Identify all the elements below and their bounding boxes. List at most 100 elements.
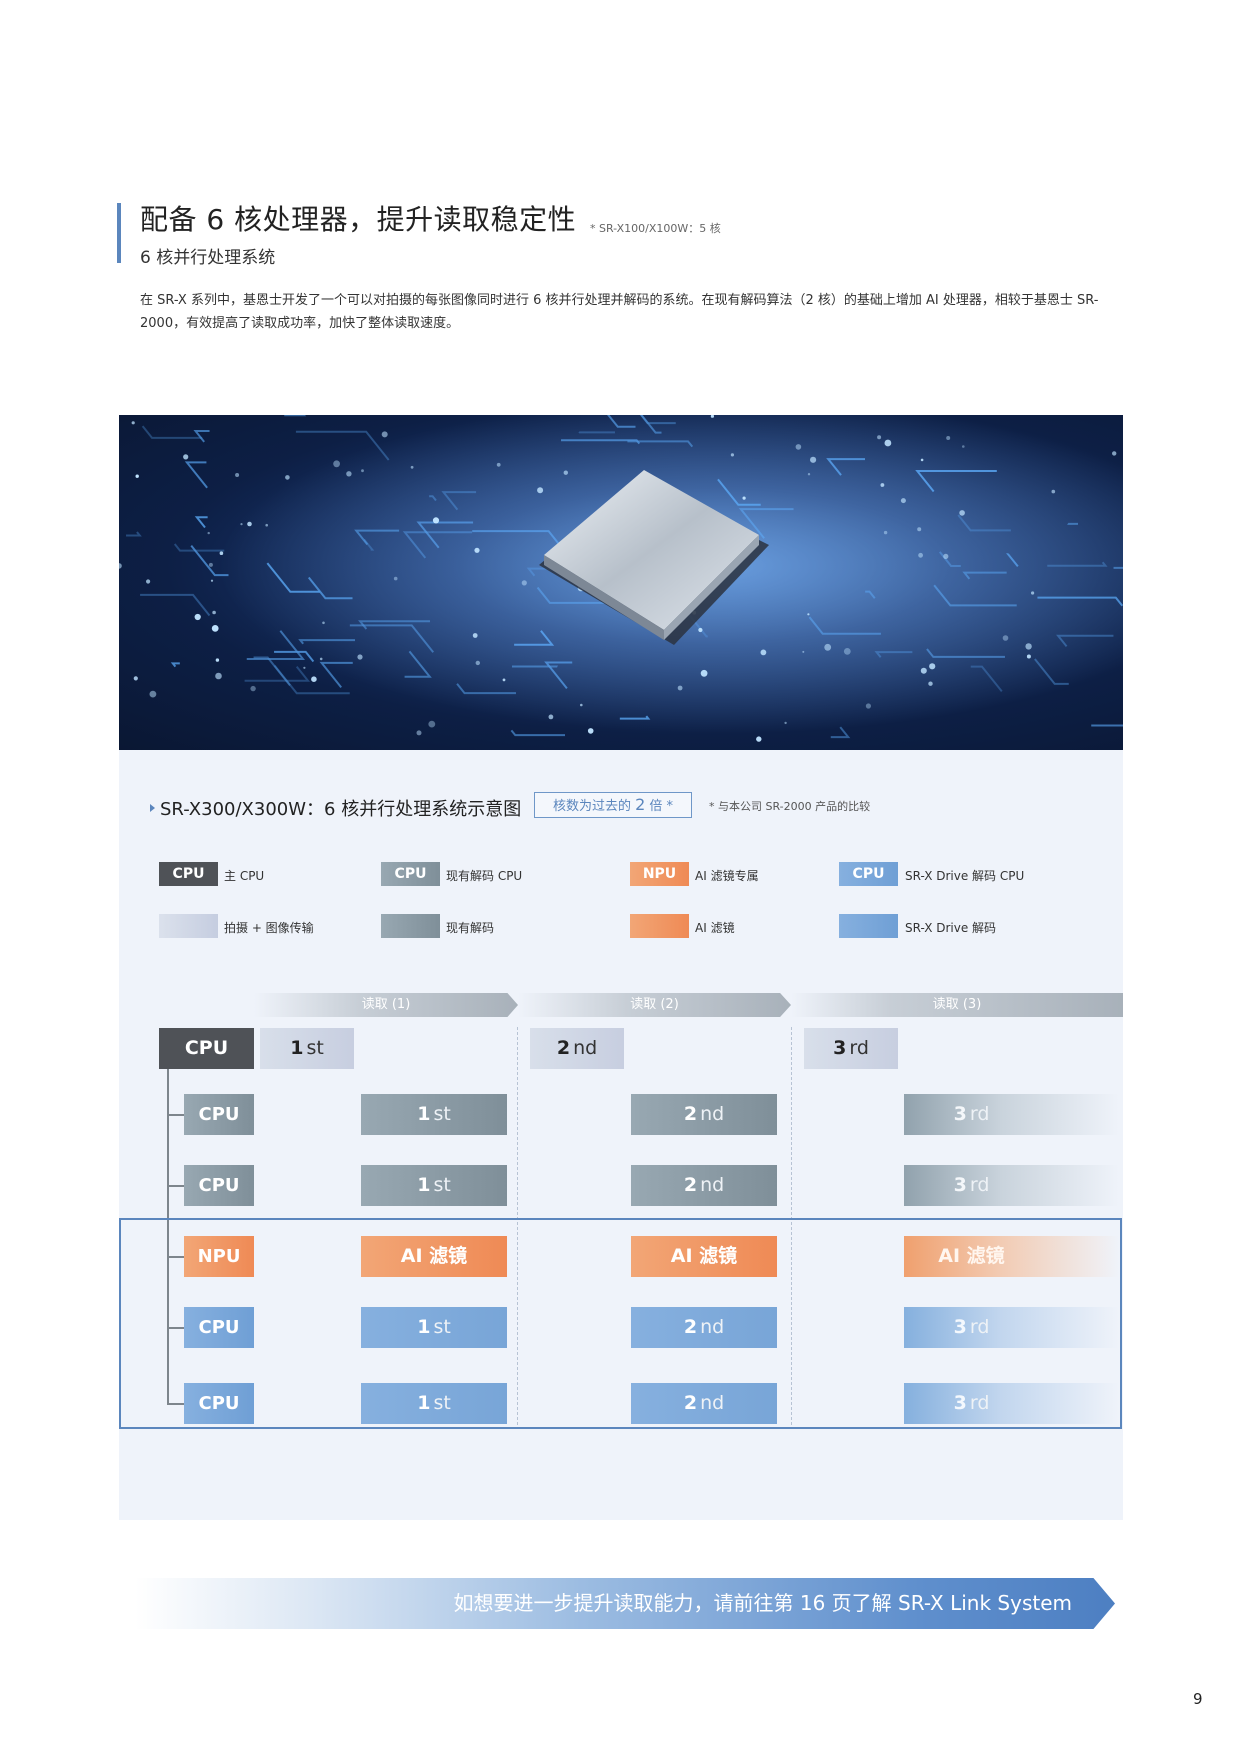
legend-swatch-npu: NPU (630, 862, 689, 886)
circuit-pad (208, 562, 213, 567)
drive-decode-block: 1st (361, 1307, 507, 1348)
capture-suffix: st (306, 1037, 324, 1059)
circuit-pad (361, 469, 364, 473)
block-num: 2 (683, 1174, 698, 1196)
intro-paragraph: 在 SR-X 系列中，基恩士开发了一个可以对拍摄的每张图像同时进行 6 核并行处… (140, 293, 1099, 331)
legend-label-npu: AI 滤镜专属 (695, 869, 759, 883)
circuit-pad (824, 643, 832, 651)
circuit-pad (802, 650, 805, 653)
page-title: 配备 6 核处理器，提升读取稳定性 (140, 198, 576, 238)
block-suffix: st (433, 1392, 451, 1414)
circuit-pad (183, 454, 189, 460)
circuit-pad (742, 496, 746, 500)
circuit-pad (219, 551, 224, 555)
circuit-pad (760, 649, 767, 656)
circuit-pad (1025, 643, 1032, 650)
block-num: 2 (683, 1316, 698, 1338)
page-title-text: 配备 6 核处理器，提升读取稳定性 (140, 203, 577, 236)
capture-block-3: 3rd (804, 1028, 898, 1069)
existing-cpu-2: CPU (184, 1165, 254, 1206)
diagram-title: SR-X300/X300W：6 核并行处理系统示意图 (150, 795, 521, 821)
block-suffix: st (433, 1103, 451, 1125)
link-system-banner[interactable]: 如想要进一步提升读取能力，请前往第 16 页了解 SR-X Link Syste… (135, 1578, 1115, 1629)
page-subtitle: 6 核并行处理系统 (140, 248, 276, 268)
block-suffix: nd (700, 1316, 725, 1338)
block-suffix: rd (969, 1174, 990, 1196)
core-count-badge: 核数为过去的 2 倍 * (534, 792, 692, 818)
legend-swatch-drive-cpu: CPU (839, 862, 898, 886)
circuit-pad (920, 667, 927, 674)
main-cpu-block: CPU (159, 1028, 254, 1069)
ai-filter-block: AI 滤镜 (361, 1236, 507, 1277)
circuit-pad (1002, 635, 1009, 641)
block-num: 1 (417, 1316, 431, 1338)
block-num: 3 (953, 1392, 967, 1414)
circuit-pad (700, 669, 708, 677)
drive-decode-block: 3rd (904, 1307, 1119, 1348)
block-num: 3 (953, 1316, 967, 1338)
existing-decode-block: 2nd (631, 1094, 777, 1135)
circuit-pad (346, 471, 352, 477)
existing-decode-block: 3rd (904, 1165, 1119, 1206)
circuit-pad (474, 547, 480, 553)
badge-number: 2 (635, 795, 646, 814)
title-footnote: * SR-X100/X100W：5 核 (590, 222, 721, 235)
circuit-pad (496, 462, 501, 467)
existing-decode-block: 2nd (631, 1165, 777, 1206)
circuit-pad (416, 730, 422, 736)
legend-swatch-ai-filter (630, 914, 689, 938)
circuit-pad (149, 690, 157, 698)
block-suffix: nd (700, 1392, 725, 1414)
drive-cpu-1: CPU (184, 1307, 254, 1348)
heading-accent-bar (117, 203, 121, 263)
legend-swatch-existing-decode (381, 914, 440, 938)
circuit-pad (250, 685, 256, 692)
block-suffix: rd (969, 1392, 990, 1414)
circuit-pad (502, 678, 506, 682)
circuit-pad (959, 510, 965, 516)
badge-suffix: 倍 * (645, 799, 674, 814)
circuit-pad (265, 523, 268, 527)
block-num: 1 (417, 1174, 431, 1196)
phase-arrow-2: 读取 (2) (518, 993, 791, 1017)
circuit-board-photo (119, 415, 1123, 750)
circuit-pad (548, 714, 554, 720)
diagram-title-text: SR-X300/X300W：6 核并行处理系统示意图 (160, 799, 522, 820)
legend-swatch-main-cpu: CPU (159, 862, 218, 886)
circuit-pad (563, 470, 568, 475)
circuit-pad (381, 431, 388, 438)
block-suffix: nd (700, 1103, 725, 1125)
legend-swatch-drive-decode (839, 914, 898, 938)
block-num: 1 (417, 1103, 431, 1125)
circuit-pad (810, 456, 817, 463)
circuit-pad (428, 720, 436, 728)
ai-filter-block: AI 滤镜 (904, 1236, 1119, 1277)
circuit-pad (884, 439, 892, 447)
circuit-pad (357, 654, 363, 660)
phase-arrow-1: 读取 (1) (254, 993, 518, 1017)
circuit-pad (303, 666, 306, 669)
circuit-pad (521, 580, 527, 586)
circuit-pad (807, 613, 810, 616)
capture-suffix: nd (573, 1037, 598, 1059)
circuit-pad (946, 436, 951, 440)
circuit-pad (698, 627, 703, 633)
circuit-pad (784, 721, 787, 725)
block-num: 1 (417, 1392, 431, 1414)
circuit-pad (877, 435, 882, 440)
circuit-pad (211, 625, 219, 632)
legend-label-drive-decode: SR-X Drive 解码 (905, 921, 997, 935)
circuit-pad (900, 498, 906, 504)
circuit-pad (215, 658, 220, 662)
existing-cpu-1: CPU (184, 1094, 254, 1135)
legend-label-existing-decode: 现有解码 (446, 921, 495, 935)
capture-num: 3 (833, 1037, 847, 1059)
circuit-pad (240, 523, 243, 526)
circuit-pad (677, 685, 683, 691)
legend-label-main-cpu: 主 CPU (224, 869, 265, 883)
triangle-bullet-icon (150, 804, 155, 812)
npu-block: NPU (184, 1236, 254, 1277)
circuit-pad (133, 676, 138, 681)
block-suffix: st (433, 1316, 451, 1338)
circuit-pad (880, 483, 885, 487)
